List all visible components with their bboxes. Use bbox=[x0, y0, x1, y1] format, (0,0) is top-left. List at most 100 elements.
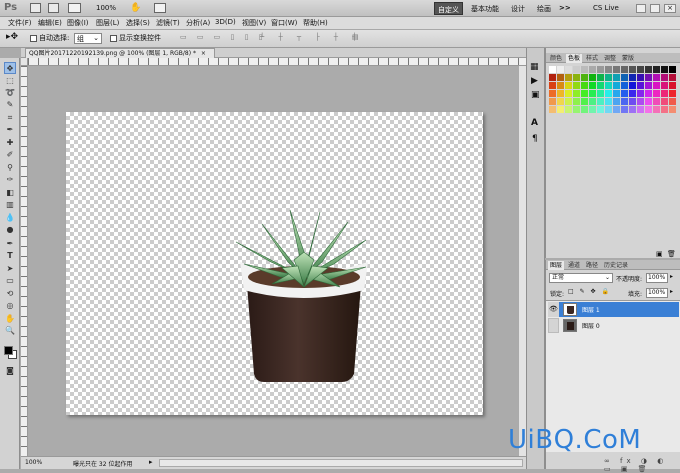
more-workspaces-button[interactable]: >> bbox=[556, 2, 574, 15]
swatch[interactable] bbox=[629, 98, 636, 105]
swatch[interactable] bbox=[573, 82, 580, 89]
swatch-grid[interactable] bbox=[549, 66, 676, 113]
fill-input[interactable]: 100% bbox=[646, 288, 668, 298]
swatch[interactable] bbox=[597, 106, 604, 113]
swatch[interactable] bbox=[669, 90, 676, 97]
menu-edit[interactable]: 编辑(E) bbox=[38, 18, 62, 28]
swatch[interactable] bbox=[605, 98, 612, 105]
opacity-arrow-icon[interactable]: ▸ bbox=[670, 273, 673, 280]
swatch[interactable] bbox=[565, 74, 572, 81]
swatch[interactable] bbox=[653, 74, 660, 81]
gradient-tool-icon[interactable]: ▥ bbox=[4, 199, 16, 211]
marquee-tool-icon[interactable]: ⬚ bbox=[4, 75, 16, 87]
swatch[interactable] bbox=[581, 66, 588, 73]
swatch[interactable] bbox=[637, 98, 644, 105]
swatch[interactable] bbox=[557, 98, 564, 105]
layer-row-1[interactable]: 👁 图层 1 bbox=[548, 302, 679, 317]
menu-help[interactable]: 帮助(H) bbox=[303, 18, 328, 28]
workspace-painting-button[interactable]: 绘画 bbox=[534, 2, 554, 15]
swatch[interactable] bbox=[573, 74, 580, 81]
dodge-tool-icon[interactable]: ● bbox=[4, 224, 16, 236]
swatch[interactable] bbox=[645, 66, 652, 73]
swatch[interactable] bbox=[653, 66, 660, 73]
swatch[interactable] bbox=[549, 82, 556, 89]
swatch[interactable] bbox=[613, 98, 620, 105]
swatch[interactable] bbox=[549, 106, 556, 113]
swatch[interactable] bbox=[557, 74, 564, 81]
swatch[interactable] bbox=[565, 98, 572, 105]
swatch[interactable] bbox=[629, 74, 636, 81]
swatch[interactable] bbox=[629, 66, 636, 73]
blend-mode-select[interactable]: 正常 ⌄ bbox=[549, 273, 613, 283]
layer-visibility-box[interactable] bbox=[548, 318, 559, 333]
swatch[interactable] bbox=[661, 66, 668, 73]
swatch[interactable] bbox=[613, 74, 620, 81]
swatch[interactable] bbox=[581, 106, 588, 113]
swatch[interactable] bbox=[653, 82, 660, 89]
mini-bridge-icon[interactable] bbox=[48, 3, 59, 13]
tab-masks[interactable]: 蒙版 bbox=[620, 54, 636, 63]
swatch[interactable] bbox=[645, 90, 652, 97]
auto-select-checkbox[interactable] bbox=[30, 35, 37, 42]
menu-image[interactable]: 图像(I) bbox=[67, 18, 89, 28]
align-icons[interactable]: ▭ ▭ ▭ ▯ ▯ ▯ bbox=[180, 33, 267, 41]
swatch[interactable] bbox=[637, 82, 644, 89]
history-brush-tool-icon[interactable]: ✑ bbox=[4, 174, 16, 186]
bridge-icon[interactable] bbox=[30, 3, 41, 13]
horizontal-scrollbar[interactable] bbox=[159, 459, 523, 467]
auto-align-icon[interactable]: ▤ bbox=[352, 33, 359, 41]
swatch[interactable] bbox=[669, 98, 676, 105]
swatch[interactable] bbox=[661, 74, 668, 81]
move-tool-preset-icon[interactable]: ▸✥ bbox=[6, 32, 18, 42]
swatch[interactable] bbox=[565, 82, 572, 89]
swatch[interactable] bbox=[613, 90, 620, 97]
menu-select[interactable]: 选择(S) bbox=[126, 18, 150, 28]
fill-arrow-icon[interactable]: ▸ bbox=[670, 288, 673, 295]
tab-channels[interactable]: 通道 bbox=[566, 261, 582, 270]
swatch[interactable] bbox=[589, 90, 596, 97]
swatch[interactable] bbox=[653, 98, 660, 105]
swatch[interactable] bbox=[629, 90, 636, 97]
path-select-tool-icon[interactable]: ➤ bbox=[4, 263, 16, 275]
swatch[interactable] bbox=[573, 90, 580, 97]
swatch[interactable] bbox=[613, 66, 620, 73]
swatch[interactable] bbox=[629, 106, 636, 113]
swatch[interactable] bbox=[637, 74, 644, 81]
tab-color[interactable]: 颜色 bbox=[548, 54, 564, 63]
3d-rotate-tool-icon[interactable]: ⟲ bbox=[4, 288, 16, 300]
3d-orbit-tool-icon[interactable]: ◎ bbox=[4, 300, 16, 312]
swatch[interactable] bbox=[565, 106, 572, 113]
blur-tool-icon[interactable]: 💧 bbox=[4, 212, 16, 224]
tab-paths[interactable]: 路径 bbox=[584, 261, 600, 270]
cs-live-button[interactable]: CS Live bbox=[590, 2, 622, 15]
move-tool-icon[interactable]: ✥ bbox=[4, 62, 16, 74]
close-button[interactable]: × bbox=[664, 4, 676, 13]
actions-panel-icon[interactable]: ▶ bbox=[531, 76, 538, 86]
swatch[interactable] bbox=[557, 66, 564, 73]
document-tab[interactable]: QQ图片20171220192139.png @ 100% (图层 1, RGB… bbox=[25, 48, 215, 58]
swatch[interactable] bbox=[605, 74, 612, 81]
swatch[interactable] bbox=[557, 106, 564, 113]
show-transform-checkbox[interactable] bbox=[110, 35, 117, 42]
swatch[interactable] bbox=[629, 82, 636, 89]
quick-mask-icon[interactable]: ◙ bbox=[4, 365, 16, 377]
swatch[interactable] bbox=[597, 90, 604, 97]
swatch[interactable] bbox=[605, 90, 612, 97]
layer-name[interactable]: 图层 1 bbox=[582, 305, 600, 314]
swatch[interactable] bbox=[597, 82, 604, 89]
swatch[interactable] bbox=[613, 106, 620, 113]
layer-name[interactable]: 图层 0 bbox=[582, 321, 600, 330]
brush-tool-icon[interactable]: ✐ bbox=[4, 149, 16, 161]
crop-tool-icon[interactable]: ⌗ bbox=[4, 112, 16, 124]
swatch[interactable] bbox=[669, 66, 676, 73]
swatch[interactable] bbox=[597, 74, 604, 81]
swatch[interactable] bbox=[589, 74, 596, 81]
swatch[interactable] bbox=[589, 82, 596, 89]
quick-select-tool-icon[interactable]: ✎ bbox=[4, 99, 16, 111]
swatch[interactable] bbox=[621, 74, 628, 81]
foreground-color-swatch[interactable] bbox=[4, 346, 13, 355]
view-extras-icon[interactable] bbox=[68, 3, 81, 13]
vertical-scrollbar[interactable] bbox=[518, 66, 526, 456]
swatch[interactable] bbox=[621, 66, 628, 73]
status-arrow-icon[interactable]: ▸ bbox=[149, 458, 153, 466]
